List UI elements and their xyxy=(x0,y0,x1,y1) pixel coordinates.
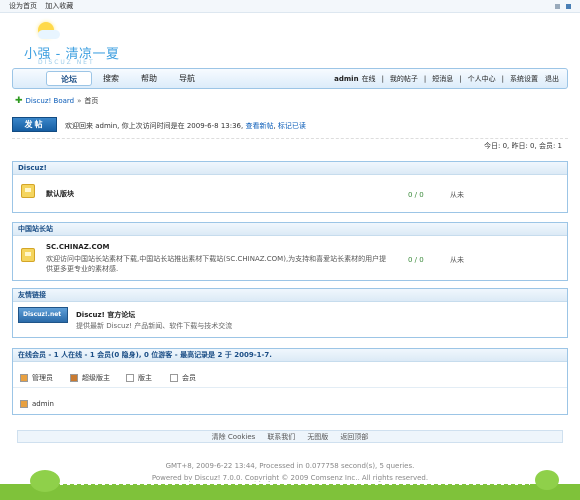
forum-folder-icon xyxy=(21,248,35,262)
view-new-posts-link[interactable]: 查看新帖 xyxy=(245,122,273,130)
moderator-icon xyxy=(126,374,134,382)
discuz-link-logo[interactable]: Discuz!.net xyxy=(18,307,68,323)
username[interactable]: admin xyxy=(334,75,358,83)
online-members-box: 在线会员 - 1 人在线 - 1 会员(0 隐身), 0 位游客 - 最高记录是… xyxy=(12,348,568,415)
forum-row: SC.CHINAZ.COM 欢迎访问中国站长站素材下载,中国站长站推出素材下载站… xyxy=(13,236,567,280)
forum-description: 欢迎访问中国站长站素材下载,中国站长站推出素材下载站(SC.CHINAZ.COM… xyxy=(46,255,387,273)
tab-forum[interactable]: 论坛 xyxy=(46,71,92,86)
contact-link[interactable]: 联系我们 xyxy=(267,432,295,442)
breadcrumb-board[interactable]: Discuz! Board xyxy=(26,97,75,105)
category-box: Discuz! 默认版块 0 / 0 从未 xyxy=(12,161,568,213)
footer-links: 清除 Cookies 联系我们 无图版 返回顶部 xyxy=(17,430,563,443)
category-box: 中国站长站 SC.CHINAZ.COM 欢迎访问中国站长站素材下载,中国站长站推… xyxy=(12,222,568,281)
category-title[interactable]: Discuz! xyxy=(13,162,567,175)
profile-link[interactable]: 个人中心 xyxy=(468,74,496,84)
legend-super-moderator: 超级版主 xyxy=(82,374,110,382)
theme-icon[interactable] xyxy=(555,3,560,9)
category-title[interactable]: 中国站长站 xyxy=(13,223,567,236)
grass-decoration xyxy=(0,484,580,500)
bookmark-link[interactable]: 加入收藏 xyxy=(45,2,73,10)
forum-count: 0 / 0 xyxy=(408,256,424,264)
admin-icon xyxy=(20,374,28,382)
tree-decoration xyxy=(535,470,559,490)
fence-decoration xyxy=(60,480,530,485)
mark-read-link[interactable]: 标记已读 xyxy=(278,122,306,130)
legend-moderator: 版主 xyxy=(138,374,152,382)
friend-links-box: 友情链接 Discuz!.net Discuz! 官方论坛 提供最新 Discu… xyxy=(12,288,568,338)
super-moderator-icon xyxy=(70,374,78,382)
top-bar: 设为首页 加入收藏 xyxy=(0,0,580,13)
friend-links-title: 友情链接 xyxy=(13,289,567,302)
new-post-button[interactable]: 发帖 xyxy=(12,117,57,132)
admin-icon xyxy=(20,400,28,408)
online-user-admin[interactable]: admin xyxy=(32,400,54,408)
header: 小强 - 清凉一夏 DISCUZ NET xyxy=(0,13,580,66)
online-header[interactable]: 在线会员 - 1 人在线 - 1 会员(0 隐身), 0 位游客 - 最高记录是… xyxy=(13,349,567,362)
friend-link-name[interactable]: Discuz! 官方论坛 xyxy=(76,310,135,320)
cloud-icon xyxy=(38,30,60,39)
theme-icon[interactable] xyxy=(566,3,571,9)
welcome-message: 欢迎回来 admin, 你上次访问时间是在 2009-6-8 13:36, 查看… xyxy=(65,122,306,130)
forum-last-post: 从未 xyxy=(450,191,464,199)
back-to-top-link[interactable]: 返回顶部 xyxy=(340,432,368,442)
forum-name[interactable]: 默认版块 xyxy=(46,189,74,199)
messages-link[interactable]: 短消息 xyxy=(432,74,453,84)
site-stats: 今日: 0, 昨日: 0, 会员: 1 xyxy=(12,138,568,152)
forum-row: 默认版块 0 / 0 从未 xyxy=(13,175,567,213)
footer-gmt: GMT+8, 2009-6-22 13:44, Processed in 0.0… xyxy=(165,462,415,470)
legend-member: 会员 xyxy=(182,374,196,382)
set-home-link[interactable]: 设为首页 xyxy=(9,2,37,10)
tab-search[interactable]: 搜索 xyxy=(92,71,130,86)
forum-folder-icon xyxy=(21,184,35,198)
online-status: 在线 xyxy=(361,74,376,83)
forum-last-post: 从未 xyxy=(450,256,464,264)
text-only-link[interactable]: 无图版 xyxy=(307,432,328,442)
plus-icon: ✚ xyxy=(15,96,23,106)
clear-cookies-link[interactable]: 清除 Cookies xyxy=(212,432,256,442)
logout-link[interactable]: 退出 xyxy=(545,74,559,84)
member-icon xyxy=(170,374,178,382)
forum-count: 0 / 0 xyxy=(408,191,424,199)
tree-decoration xyxy=(30,470,60,492)
tab-navigation[interactable]: 导航 xyxy=(168,71,206,86)
forum-name[interactable]: SC.CHINAZ.COM xyxy=(46,243,110,251)
logo-subtitle: DISCUZ NET xyxy=(38,59,95,66)
friend-link-description: 提供最新 Discuz! 产品新闻、软件下载与技术交流 xyxy=(76,322,233,330)
breadcrumb: ✚ Discuz! Board » 首页 xyxy=(15,96,99,106)
my-posts-link[interactable]: 我的帖子 xyxy=(390,74,418,84)
settings-link[interactable]: 系统设置 xyxy=(510,74,538,84)
tab-help[interactable]: 帮助 xyxy=(130,71,168,86)
legend-admin: 管理员 xyxy=(32,374,53,382)
breadcrumb-home: 首页 xyxy=(84,97,99,105)
main-nav: 论坛 搜索 帮助 导航 admin 在线 | 我的帖子 | 短消息 | 个人中心… xyxy=(12,68,568,89)
